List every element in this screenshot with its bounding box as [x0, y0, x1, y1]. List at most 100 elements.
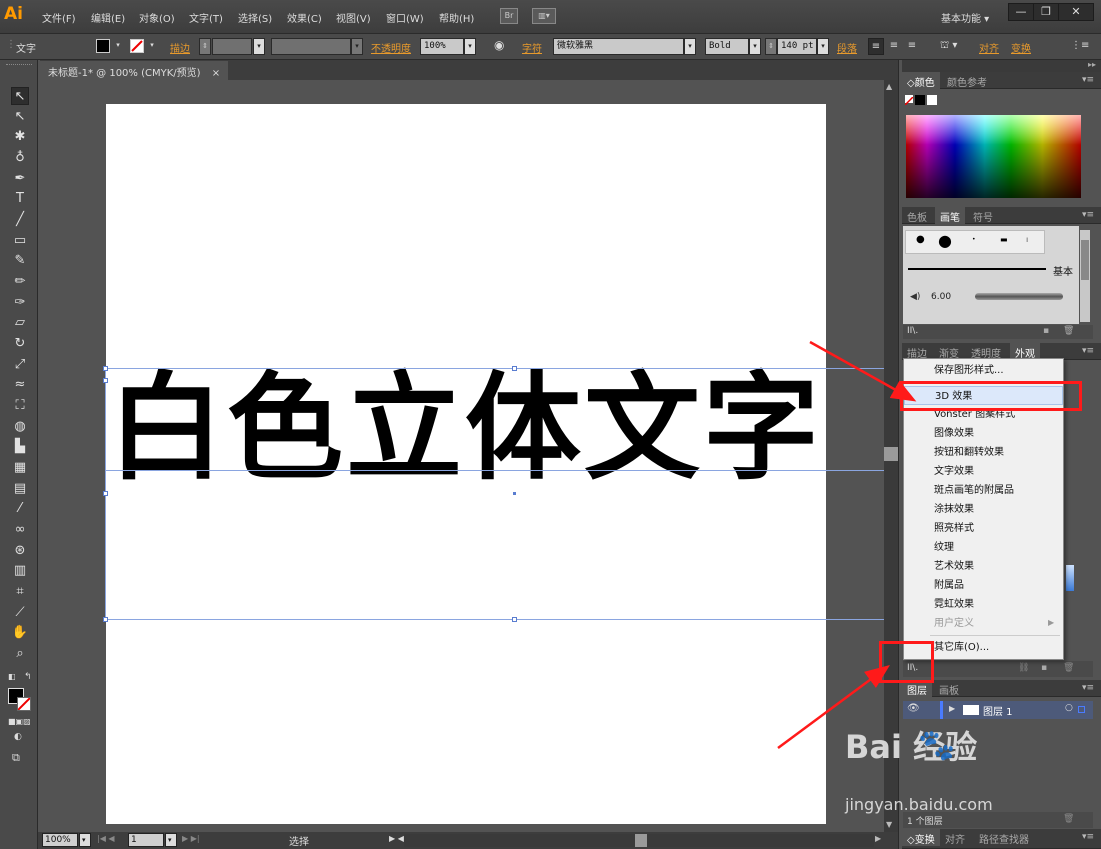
status-mode[interactable]: 选择: [289, 833, 309, 848]
align-left-icon[interactable]: ≡: [868, 38, 884, 55]
hand-tool-icon[interactable]: ✋: [11, 624, 29, 642]
menu-effect[interactable]: 效果(C): [287, 10, 322, 25]
white-swatch[interactable]: [927, 95, 937, 105]
status-mode-arrow-icon[interactable]: ▶ ◀: [389, 834, 404, 843]
dock-header[interactable]: ▸▸: [902, 60, 1101, 72]
tab-color[interactable]: ◇颜色: [902, 72, 940, 89]
basic-brush-stroke[interactable]: [908, 268, 1046, 270]
delete-brush-icon[interactable]: 🗑: [1063, 326, 1074, 336]
warp-tool-icon[interactable]: ≈: [11, 376, 29, 394]
eyedropper-tool-icon[interactable]: ⁄: [11, 500, 29, 518]
brush-dot-small-icon[interactable]: ●: [916, 234, 925, 245]
lasso-tool-icon[interactable]: ♁: [11, 149, 29, 167]
collapse-dock-icon[interactable]: ▸▸: [1088, 60, 1096, 69]
brush-dot-tiny-icon[interactable]: •: [972, 236, 976, 243]
tab-swatches[interactable]: 色板: [902, 207, 932, 224]
tab-transform[interactable]: ◇变换: [902, 829, 940, 846]
rectangle-tool-icon[interactable]: ▭: [11, 232, 29, 250]
menu-type[interactable]: 文字(T): [189, 10, 223, 25]
none-swatch[interactable]: [904, 95, 914, 106]
layer-name[interactable]: 图层 1: [983, 703, 1013, 718]
bottom-panel-menu-icon[interactable]: ▾≡: [1082, 832, 1094, 842]
break-link-icon[interactable]: ⛓: [1018, 663, 1029, 673]
rotate-tool-icon[interactable]: ↻: [11, 335, 29, 353]
layer-row[interactable]: 👁 ▶ 图层 1 ○: [903, 701, 1093, 719]
menu-item[interactable]: 照亮样式: [904, 519, 1063, 538]
scale-tool-icon[interactable]: ⤢: [11, 356, 29, 374]
paintbrush-tool-icon[interactable]: ✎: [11, 252, 29, 270]
toolbar-grip[interactable]: [6, 64, 32, 67]
brush-dot-large-icon[interactable]: ●: [938, 231, 952, 250]
drawing-mode-icon[interactable]: ◐: [14, 732, 22, 742]
stroke-swatch[interactable]: [130, 39, 144, 53]
menu-item[interactable]: 保存图形样式...: [904, 361, 1063, 380]
menu-help[interactable]: 帮助(H): [439, 10, 474, 25]
color-panel-menu-icon[interactable]: ▾≡: [1082, 75, 1094, 85]
character-link[interactable]: 字符: [522, 40, 542, 55]
bridge-icon[interactable]: Br: [500, 8, 518, 24]
gradient-tool-icon[interactable]: ▤: [11, 480, 29, 498]
scroll-down-icon[interactable]: ▼: [886, 820, 892, 829]
pencil-tool-icon[interactable]: ✏: [11, 273, 29, 291]
menu-item[interactable]: 按钮和翻转效果: [904, 443, 1063, 462]
layer-selection-indicator[interactable]: [1078, 706, 1085, 713]
menu-item[interactable]: 纹理: [904, 538, 1063, 557]
page-field[interactable]: 1: [128, 833, 164, 847]
tab-pathfinder[interactable]: 路径查找器: [974, 829, 1034, 846]
restore-button[interactable]: ❐: [1033, 3, 1059, 21]
arrange-documents-icon[interactable]: ▥▾: [532, 8, 556, 24]
opacity-dropdown[interactable]: ▾: [464, 38, 476, 55]
minimize-button[interactable]: —: [1008, 3, 1034, 21]
selection-tool-icon[interactable]: ↖: [11, 87, 29, 105]
tab-artboards[interactable]: 画板: [934, 680, 964, 697]
vertical-scroll-thumb[interactable]: [884, 447, 898, 461]
tab-align[interactable]: 对齐: [940, 829, 970, 846]
menu-item[interactable]: 文字效果: [904, 462, 1063, 481]
menu-item[interactable]: 图像效果: [904, 424, 1063, 443]
magic-wand-tool-icon[interactable]: ✱: [11, 128, 29, 146]
workspace-switcher[interactable]: 基本功能 ▾: [941, 10, 989, 25]
horizontal-scroll-thumb[interactable]: [635, 834, 647, 847]
swap-colors-icon[interactable]: ↰: [24, 672, 32, 682]
eraser-tool-icon[interactable]: ▱: [11, 314, 29, 332]
menu-view[interactable]: 视图(V): [336, 10, 371, 25]
font-family-field[interactable]: 微软雅黑: [553, 38, 684, 55]
delete-layer-icon[interactable]: 🗑: [1063, 814, 1074, 824]
color-mode-icon[interactable]: ■▣▨: [8, 717, 31, 726]
layers-panel-menu-icon[interactable]: ▾≡: [1082, 683, 1094, 693]
bbox-handle-bl[interactable]: [103, 617, 108, 622]
layer-target-icon[interactable]: ○: [1065, 703, 1073, 713]
brush-calligraphy-icon[interactable]: ▬: [1000, 235, 1008, 244]
menu-select[interactable]: 选择(S): [238, 10, 272, 25]
menu-edit[interactable]: 编辑(E): [91, 10, 125, 25]
align-link[interactable]: 对齐: [979, 40, 999, 55]
new-brush-icon[interactable]: ▪: [1043, 326, 1049, 336]
slice-tool-icon[interactable]: ⟋: [11, 604, 29, 622]
brush-dots-row[interactable]: ● ● • ▬ ı: [905, 230, 1045, 254]
black-swatch[interactable]: [915, 95, 925, 105]
brush-libraries-icon[interactable]: ⅠⅠ\.: [907, 326, 918, 336]
next-page-icon[interactable]: ▶ ▶|: [182, 834, 200, 843]
symbol-sprayer-tool-icon[interactable]: ⊛: [11, 542, 29, 560]
line-tool-icon[interactable]: ╱: [11, 211, 29, 229]
free-transform-tool-icon[interactable]: ⛶: [11, 397, 29, 415]
delete-graphic-style-icon[interactable]: 🗑: [1063, 663, 1074, 673]
align-center-icon[interactable]: ≡: [886, 38, 902, 55]
bbox-handle-tl[interactable]: [103, 366, 108, 371]
stroke-color-icon[interactable]: [17, 697, 31, 711]
blob-brush-tool-icon[interactable]: ✑: [11, 294, 29, 312]
column-graph-tool-icon[interactable]: ▥: [11, 562, 29, 580]
page-dropdown[interactable]: ▾: [165, 833, 177, 847]
tab-brushes[interactable]: 画笔: [935, 207, 965, 224]
menu-item[interactable]: 斑点画笔的附属品: [904, 481, 1063, 500]
direct-selection-tool-icon[interactable]: ↖: [11, 108, 29, 126]
text-anchor-point[interactable]: [103, 378, 108, 383]
graphic-style-preview[interactable]: [1066, 565, 1074, 591]
fill-dropdown[interactable]: ▾: [112, 38, 124, 55]
bbox-handle-bc[interactable]: [512, 617, 517, 622]
envelope-warp-icon[interactable]: ⛫ ▾: [940, 40, 957, 53]
opacity-field[interactable]: 100%: [420, 38, 464, 55]
layer-visibility-icon[interactable]: 👁: [907, 703, 920, 714]
recolor-icon[interactable]: ◉: [494, 38, 504, 52]
stroke-weight-field[interactable]: [212, 38, 252, 55]
